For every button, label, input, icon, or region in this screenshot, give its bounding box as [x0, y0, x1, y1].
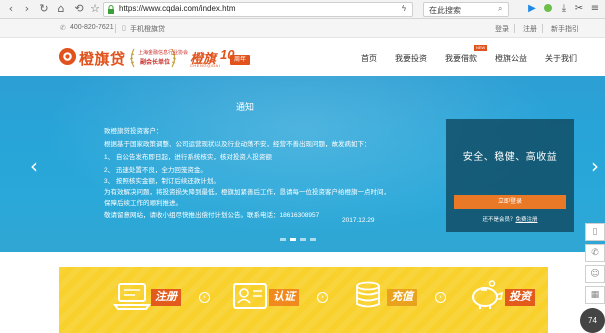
- mobile-app-link[interactable]: 手机橙旗贷: [130, 24, 165, 34]
- notice-line: 1、 自公告发布即日起，进行系统核实，核对投资人投资额: [104, 154, 272, 161]
- register-prompt: 还不是会员？免费注册: [446, 215, 574, 223]
- new-badge: NEW: [474, 45, 488, 51]
- home-icon[interactable]: ⌂: [54, 2, 68, 16]
- prev-slide-icon[interactable]: ‹: [30, 154, 38, 178]
- feature-deposit-label[interactable]: 充值: [387, 289, 417, 306]
- badge-subtitle: 副会长单位: [140, 60, 171, 66]
- arrow-right-icon: ›: [317, 292, 328, 303]
- login-card: 安全、稳健、高收益 立即登录 还不是会员？免费注册: [446, 119, 574, 232]
- notice-date: 2017.12.29: [342, 217, 375, 224]
- slide-dot[interactable]: [310, 238, 316, 241]
- notice-line: 为有效解决问题，将投资损失降到最低，橙旗加紧善后工作，恳请每一位投资客户给橙旗一…: [104, 189, 390, 196]
- history-icon[interactable]: ⟲: [72, 2, 86, 16]
- notice-line: 2、 迅速处置不良，全力回笼资金。: [104, 167, 207, 174]
- coins-icon: [356, 281, 380, 308]
- download-icon[interactable]: ⤓: [558, 3, 570, 15]
- menu-icon[interactable]: ≡: [589, 3, 601, 15]
- login-link[interactable]: 登录: [495, 24, 509, 34]
- register-link[interactable]: 注册: [523, 24, 537, 34]
- nav-borrow[interactable]: 我要借款: [445, 53, 477, 64]
- nav-home[interactable]: 首页: [361, 53, 377, 64]
- nav-charity[interactable]: 橙旗公益: [495, 53, 527, 64]
- feature-strip: 注册 › 认证 › 充值 › 投资: [59, 267, 548, 333]
- notice-line: 致橙旗贷投资客户：: [104, 128, 163, 135]
- star-icon[interactable]: ☆: [88, 2, 102, 16]
- slide-dot-active[interactable]: [290, 238, 296, 241]
- chat-icon[interactable]: ☺: [585, 265, 605, 283]
- next-slide-icon[interactable]: ›: [591, 154, 599, 178]
- anniversary-english: CHENGQIDAI: [190, 63, 221, 68]
- slide-dot[interactable]: [300, 238, 306, 241]
- lightning-icon[interactable]: ϟ: [398, 3, 410, 15]
- fps-counter: 74: [580, 308, 605, 333]
- mobile-app-icon[interactable]: ▯: [585, 223, 605, 241]
- arrow-right-icon: ›: [435, 292, 446, 303]
- calculator-icon[interactable]: ▦: [585, 286, 605, 304]
- logo-text[interactable]: 橙旗贷: [79, 48, 126, 69]
- guide-link[interactable]: 新手指引: [551, 24, 579, 34]
- piggy-bank-icon: [472, 280, 504, 309]
- nav-invest[interactable]: 我要投资: [395, 53, 427, 64]
- anniversary-logo: 橙旗 CHENGQIDAI 10 周年: [190, 46, 250, 70]
- hotline-number: 400-820-7621: [70, 24, 114, 31]
- badge-title: 上海金融信息行业协会: [138, 50, 189, 56]
- nav-about[interactable]: 关于我们: [545, 53, 577, 64]
- arrow-right-icon: ›: [199, 292, 210, 303]
- divider: [115, 24, 116, 33]
- notice-line: 保障后续工作的顺利推进。: [104, 200, 182, 207]
- free-register-link[interactable]: 免费注册: [516, 217, 538, 223]
- search-placeholder: 在此搜索: [429, 6, 461, 15]
- laptop-icon: [113, 283, 151, 310]
- feature-invest-label[interactable]: 投资: [505, 289, 535, 306]
- cut-icon[interactable]: ✂: [573, 3, 585, 15]
- divider: [542, 24, 543, 33]
- address-bar[interactable]: https://www.cqdai.com/index.htm: [103, 2, 413, 17]
- slogan: 安全、稳健、高收益: [462, 152, 558, 163]
- feature-register-label[interactable]: 注册: [151, 289, 181, 306]
- slide-dot[interactable]: [280, 238, 286, 241]
- notice-title: 通知: [236, 102, 255, 112]
- phone-icon[interactable]: ✆: [585, 244, 605, 262]
- id-card-icon: [233, 283, 267, 309]
- notice-line: 根据基于国家政策调整、公司运营现状以及行业动荡不安，经营不善出现问题，故发病如下…: [104, 141, 371, 148]
- divider: [514, 24, 515, 33]
- extension-icon[interactable]: [542, 3, 554, 15]
- association-badge: 上海金融信息行业协会 副会长单位: [128, 45, 188, 69]
- play-icon[interactable]: ▶: [526, 3, 538, 15]
- logo-icon[interactable]: [58, 47, 77, 66]
- url-text: https://www.cqdai.com/index.htm: [119, 4, 236, 13]
- slider-indicator: [280, 238, 330, 242]
- forward-icon[interactable]: ›: [20, 2, 34, 16]
- anniversary-suffix: 周年: [230, 55, 250, 65]
- browser-search-input[interactable]: 在此搜索 ⌕: [423, 2, 509, 17]
- top-info-bar: ✆ 400-820-7621 ▯ 手机橙旗贷 登录 注册 新手指引: [0, 19, 605, 38]
- hero-banner: ‹ › 通知 致橙旗贷投资客户： 根据基于国家政策调整、公司运营现状以及行业动荡…: [0, 76, 605, 252]
- notice-line: 3、 按照核实金额，制订后续还款计划。: [104, 178, 220, 185]
- search-icon[interactable]: ⌕: [498, 4, 502, 14]
- feature-verify-label[interactable]: 认证: [269, 289, 299, 306]
- notice-line: 敬请留意网站，请收小组尽快推出偿付计划公告。联系电话：18616308957: [104, 212, 320, 219]
- browser-toolbar: ‹ › ↻ ⌂ ⟲ ☆ https://www.cqdai.com/index.…: [0, 0, 605, 19]
- phone-icon: ✆: [60, 25, 66, 32]
- login-now-button[interactable]: 立即登录: [454, 195, 566, 209]
- mobile-icon: ▯: [122, 25, 126, 32]
- refresh-icon[interactable]: ↻: [37, 2, 51, 16]
- back-icon[interactable]: ‹: [4, 2, 18, 16]
- lock-icon: [108, 5, 114, 14]
- site-header: 橙旗贷 上海金融信息行业协会 副会长单位 橙旗 CHENGQIDAI 10 周年…: [0, 38, 605, 76]
- no-account-text: 还不是会员？: [482, 217, 516, 223]
